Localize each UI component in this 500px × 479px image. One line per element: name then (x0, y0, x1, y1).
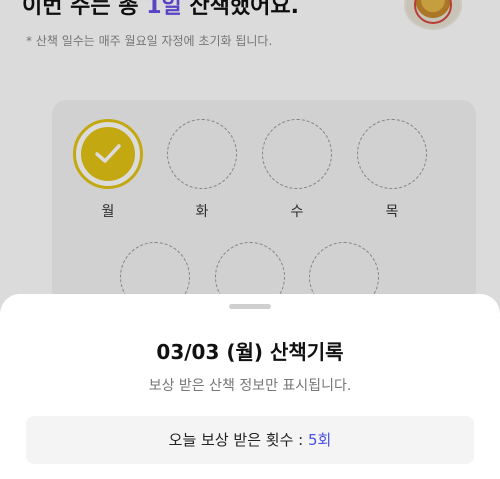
walk-record-bottom-sheet: 03/03 (월) 산책기록 보상 받은 산책 정보만 표시됩니다. 오늘 보상… (0, 294, 500, 479)
sheet-subtitle: 보상 받은 산책 정보만 표시됩니다. (148, 378, 352, 394)
reward-count-value: 5회 (307, 431, 332, 449)
reward-count-box: 오늘 보상 받은 횟수 : 5회 (26, 416, 474, 464)
reward-count-label: 오늘 보상 받은 횟수 : (168, 431, 308, 449)
sheet-drag-handle[interactable] (229, 304, 271, 309)
sheet-title: 03/03 (월) 산책기록 (156, 340, 344, 364)
